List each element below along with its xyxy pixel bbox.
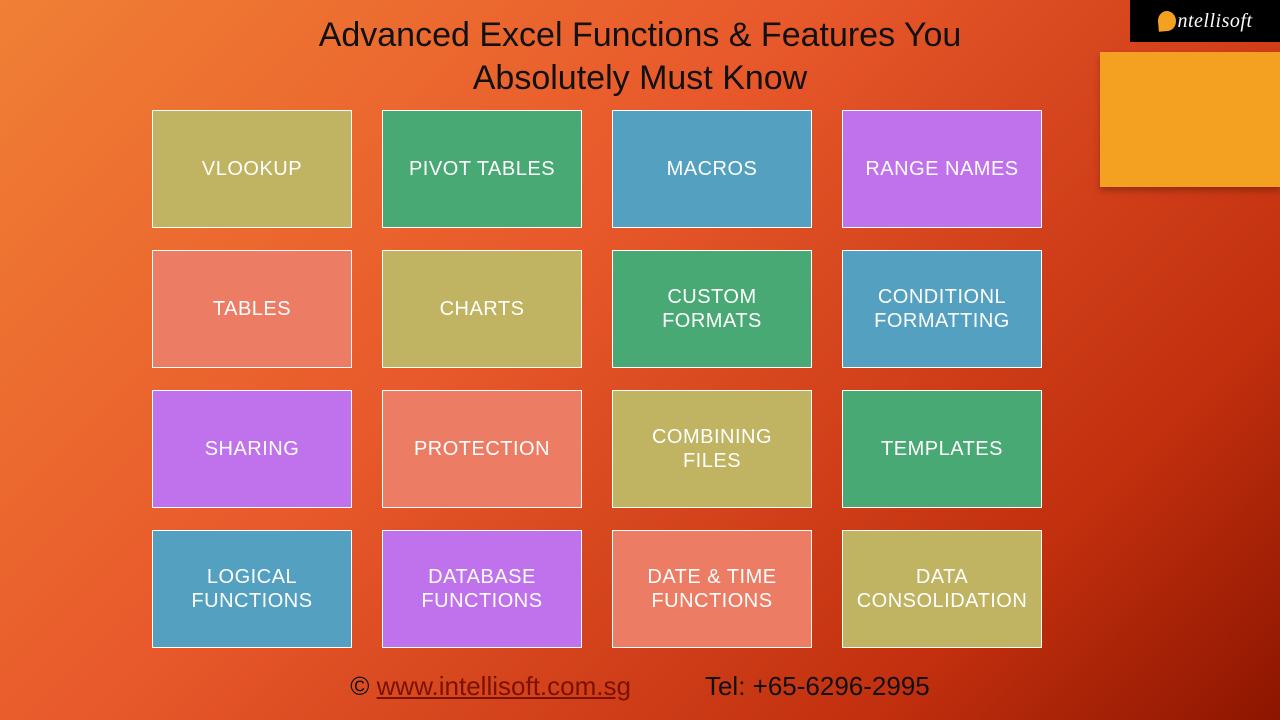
- page-title: Advanced Excel Functions & Features You …: [0, 0, 1280, 99]
- feature-tile: PIVOT TABLES: [382, 110, 582, 228]
- feature-tile: RANGE NAMES: [842, 110, 1042, 228]
- feature-tile: DATA CONSOLIDATION: [842, 530, 1042, 648]
- feature-tile: MACROS: [612, 110, 812, 228]
- feature-tile: CHARTS: [382, 250, 582, 368]
- feature-tile: TEMPLATES: [842, 390, 1042, 508]
- feature-tile: LOGICAL FUNCTIONS: [152, 530, 352, 648]
- feature-tile: TABLES: [152, 250, 352, 368]
- logo-mark-icon: [1157, 10, 1177, 31]
- footer: © www.intellisoft.com.sg Tel: +65-6296-2…: [0, 671, 1280, 702]
- feature-tile: CUSTOM FORMATS: [612, 250, 812, 368]
- feature-tile: DATABASE FUNCTIONS: [382, 530, 582, 648]
- feature-tile: VLOOKUP: [152, 110, 352, 228]
- accent-decoration: [1100, 52, 1280, 187]
- feature-tile: PROTECTION: [382, 390, 582, 508]
- feature-tile: SHARING: [152, 390, 352, 508]
- feature-tile: COMBINING FILES: [612, 390, 812, 508]
- feature-grid: VLOOKUP PIVOT TABLES MACROS RANGE NAMES TABL…: [152, 110, 1042, 648]
- phone-label: Tel: +65-6296-2995: [705, 671, 930, 701]
- feature-tile: DATE & TIME FUNCTIONS: [612, 530, 812, 648]
- logo-text: ntellisoft: [1178, 10, 1253, 33]
- feature-tile: CONDITIONL FORMATTING: [842, 250, 1042, 368]
- copyright-symbol: ©: [350, 671, 376, 701]
- website-link[interactable]: www.intellisoft.com.sg: [377, 671, 631, 701]
- brand-logo: ntellisoft: [1130, 0, 1280, 42]
